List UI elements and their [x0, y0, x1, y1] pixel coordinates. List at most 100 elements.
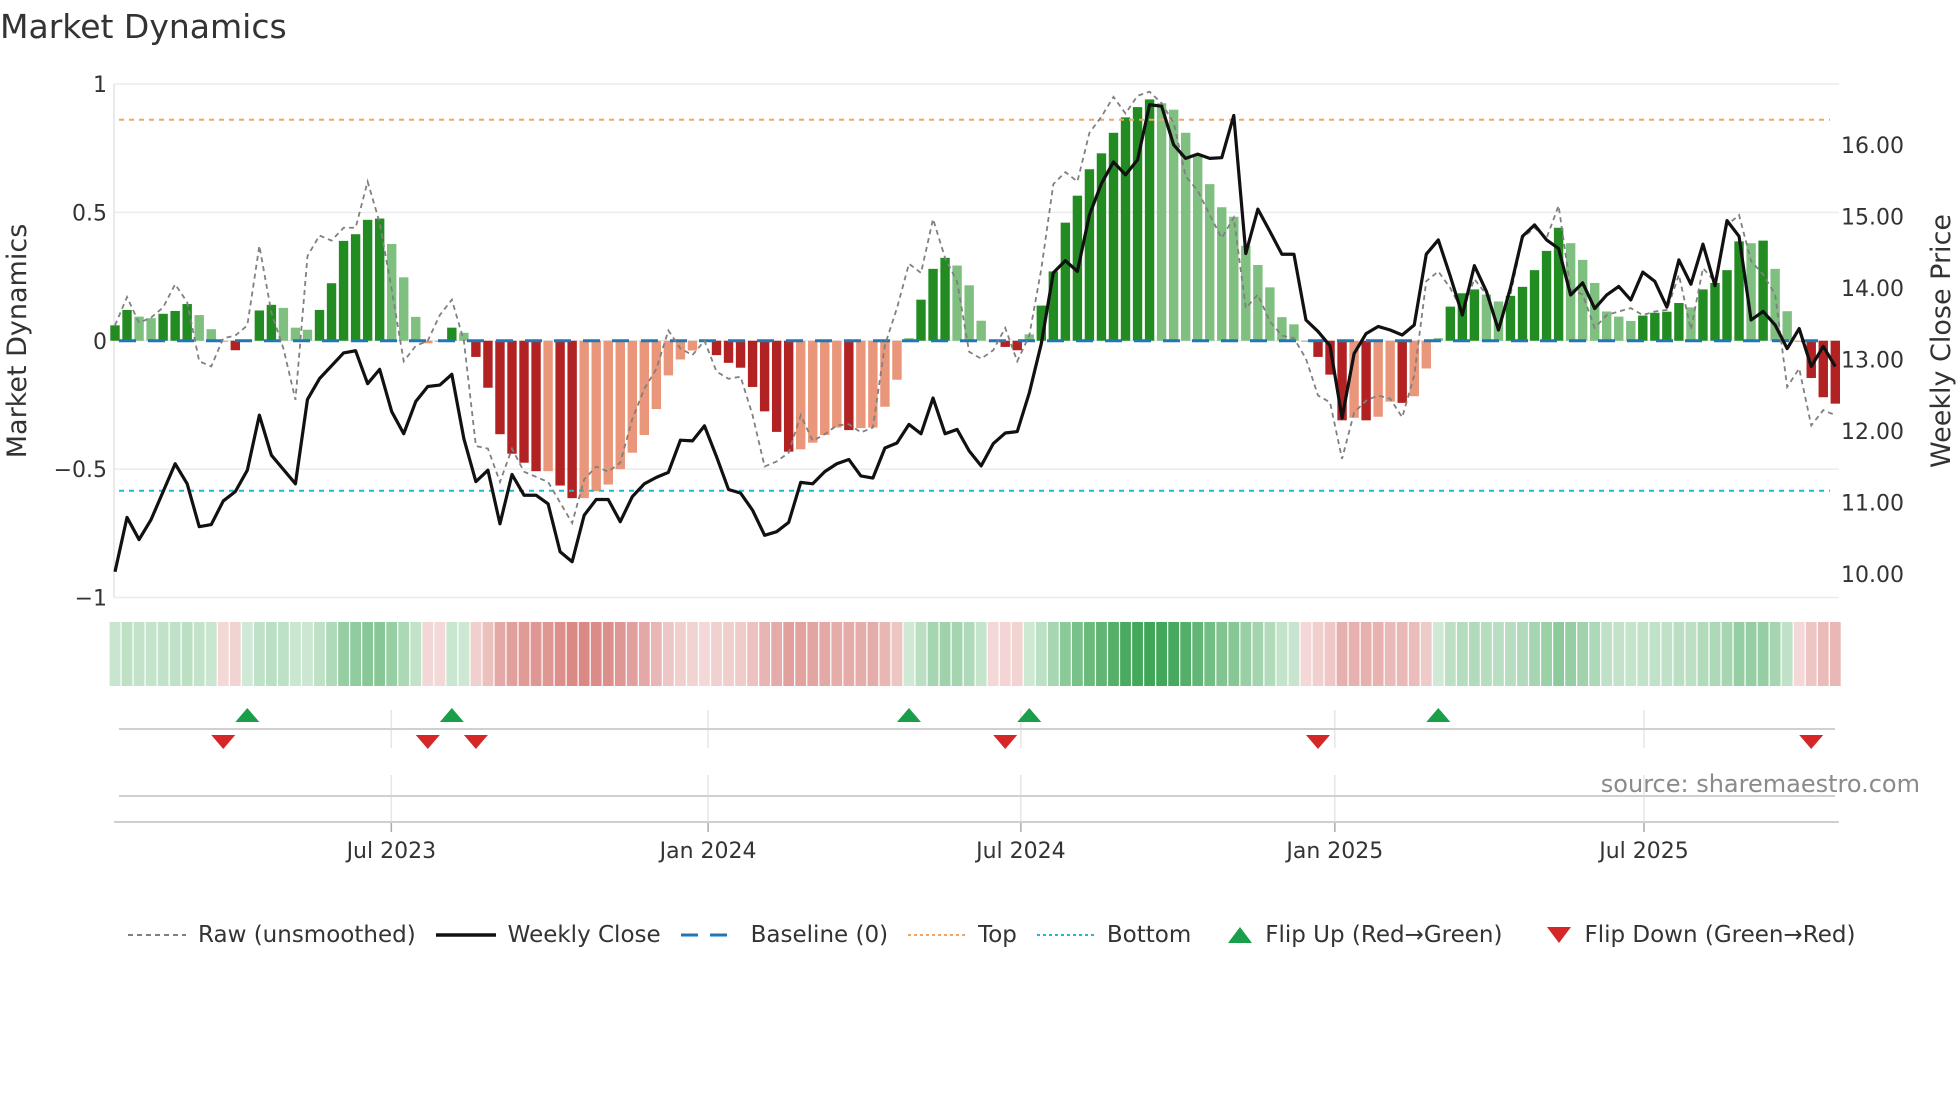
heat-cell — [542, 622, 554, 686]
oscillator-bar — [723, 340, 734, 363]
oscillator-bar — [759, 340, 770, 412]
heat-cell — [1324, 622, 1336, 686]
heat-cell — [1805, 622, 1817, 686]
close-line-swatch — [435, 933, 496, 937]
heat-cell — [1132, 622, 1143, 686]
heat-cell — [1577, 622, 1589, 686]
oscillator-bar — [832, 340, 842, 428]
heat-cell — [1011, 622, 1023, 686]
oscillator-bar — [134, 316, 144, 341]
legend-label: Flip Down (Green→Red) — [1584, 922, 1856, 948]
baseline-swatch — [680, 933, 739, 937]
oscillator-bar — [194, 315, 204, 341]
heat-cell — [482, 622, 494, 686]
heat-cell — [1252, 622, 1264, 686]
heat-cell — [338, 622, 349, 686]
heat-cell — [1168, 622, 1180, 686]
heat-cell — [1144, 622, 1155, 686]
heat-cell — [578, 622, 590, 686]
oscillator-bar — [735, 340, 746, 368]
oscillator-bar — [302, 329, 313, 341]
legend-label: Top — [978, 922, 1017, 948]
left-axis-ticks: 1 0.5 0 −0.5 −1 — [54, 73, 107, 612]
oscillator-bar — [1614, 316, 1624, 341]
heat-cell — [1023, 622, 1035, 686]
heat-cell — [1721, 622, 1733, 686]
heat-cell — [398, 622, 410, 686]
oscillator-bar — [483, 340, 493, 388]
oscillator-bar — [122, 309, 132, 341]
heat-cell — [1697, 622, 1709, 686]
heat-cell — [1180, 622, 1192, 686]
oscillator-bar — [1529, 270, 1540, 341]
heat-cell — [1444, 622, 1456, 686]
legend-item-bottom: Bottom — [1036, 922, 1191, 948]
heat-cell — [1456, 622, 1468, 686]
oscillator-bar — [663, 340, 674, 376]
heat-cell — [1769, 622, 1781, 686]
heat-cell — [1432, 622, 1444, 686]
x-tick-label: Jan 2024 — [658, 839, 757, 864]
oscillator-bar — [314, 309, 325, 341]
oscillator-bar — [170, 310, 180, 341]
heat-cell — [1059, 622, 1071, 686]
heat-cell — [1661, 622, 1673, 686]
legend-item-baseline: Baseline (0) — [680, 922, 888, 948]
weekly-close-line — [113, 103, 1837, 573]
legend-item-flip-down: Flip Down (Green→Red) — [1546, 922, 1855, 948]
oscillator-bars — [110, 99, 1840, 499]
heat-cell — [1625, 622, 1637, 686]
oscillator-bar — [675, 340, 686, 360]
heat-cell — [169, 622, 181, 686]
oscillator-bar — [1541, 250, 1552, 341]
flip-down-marker — [463, 735, 488, 749]
y2-tick-label: 15.00 — [1841, 205, 1904, 230]
oscillator-bar — [495, 340, 505, 435]
flip-panel — [114, 708, 1839, 832]
heat-cell — [1709, 622, 1721, 686]
heat-cell — [951, 622, 963, 686]
oscillator-bar — [591, 340, 601, 492]
heat-cell — [1216, 622, 1228, 686]
legend-item-top: Top — [908, 922, 1017, 948]
heat-cell — [602, 622, 614, 686]
oscillator-bar — [1698, 289, 1708, 341]
heat-cell — [265, 622, 277, 686]
chart-title: Market Dynamics — [0, 7, 287, 46]
heat-cell — [1047, 622, 1059, 686]
oscillator-bar — [386, 243, 397, 341]
heat-cell — [590, 622, 602, 686]
heat-cell — [1481, 622, 1492, 686]
heat-cell — [891, 622, 903, 686]
heat-cell — [1300, 622, 1312, 686]
oscillator-bar — [928, 268, 938, 341]
heat-cell — [554, 622, 566, 686]
heat-cell — [699, 622, 710, 686]
heat-cell — [879, 622, 891, 686]
legend-item-close: Weekly Close — [435, 922, 661, 948]
heat-cell — [1468, 622, 1480, 686]
heat-cell — [1637, 622, 1649, 686]
heat-cell — [939, 622, 951, 686]
oscillator-bar — [1758, 240, 1768, 341]
heat-cell — [1312, 622, 1324, 686]
oscillator-bar — [1397, 340, 1407, 403]
flip-down-marker — [1306, 735, 1330, 749]
heat-cell — [927, 622, 939, 686]
oscillator-bar — [603, 340, 613, 485]
oscillator-bar — [1217, 207, 1227, 341]
y-tick-label: 1 — [93, 73, 107, 98]
flip-down-marker — [993, 735, 1018, 749]
heat-cell — [807, 622, 819, 686]
heat-cell — [1156, 622, 1168, 686]
heat-cell — [1553, 622, 1564, 686]
oscillator-bar — [916, 299, 926, 341]
flip-up-marker — [896, 708, 921, 722]
oscillator-bar — [1361, 340, 1371, 421]
oscillator-bar — [1589, 282, 1600, 341]
heat-cell — [1733, 622, 1745, 686]
heat-cell — [1673, 622, 1685, 686]
heat-cell — [1035, 622, 1047, 686]
oscillator-bar — [687, 340, 698, 351]
heat-cell — [638, 622, 650, 686]
